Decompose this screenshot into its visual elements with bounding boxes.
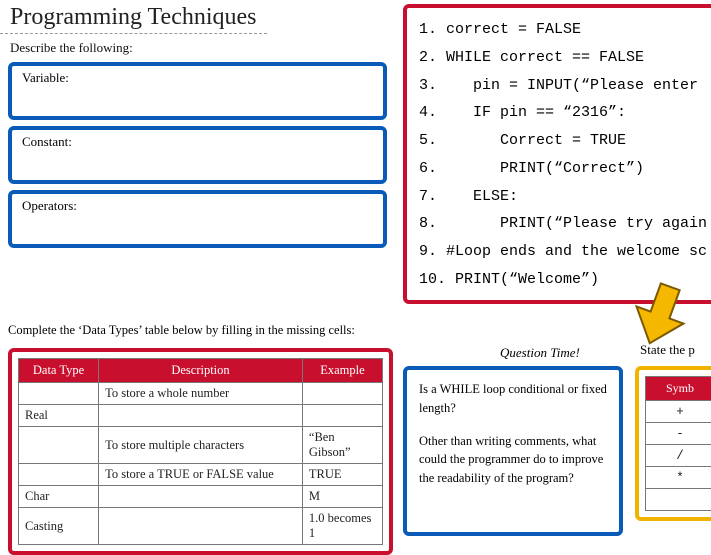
- constant-box[interactable]: Constant:: [8, 126, 387, 184]
- operators-label: Operators:: [22, 198, 77, 213]
- table-row: To store multiple characters “Ben Gibson…: [19, 427, 383, 464]
- th-description: Description: [99, 359, 303, 383]
- symbol-cell[interactable]: -: [646, 423, 711, 445]
- code-line: 7. ELSE:: [419, 183, 711, 211]
- code-line: 6. PRINT(“Correct”): [419, 155, 711, 183]
- datatypes-prompt: Complete the ‘Data Types’ table below by…: [8, 323, 355, 338]
- symbol-box: Symb + - / *: [635, 366, 711, 521]
- th-example: Example: [302, 359, 382, 383]
- code-line: 1. correct = FALSE: [419, 16, 711, 44]
- table-row: Casting 1.0 becomes 1: [19, 508, 383, 545]
- question-2: Other than writing comments, what could …: [419, 432, 607, 488]
- code-line: 5. Correct = TRUE: [419, 127, 711, 155]
- page-title: Programming Techniques: [0, 0, 267, 34]
- symbol-cell[interactable]: [646, 489, 711, 511]
- code-box: 1. correct = FALSE 2. WHILE correct == F…: [403, 4, 711, 304]
- symbol-table: Symb + - / *: [645, 376, 711, 511]
- variable-box[interactable]: Variable:: [8, 62, 387, 120]
- table-row: To store a TRUE or FALSE value TRUE: [19, 464, 383, 486]
- symbol-cell[interactable]: +: [646, 401, 711, 423]
- code-line: 2. WHILE correct == FALSE: [419, 44, 711, 72]
- table-row: To store a whole number: [19, 383, 383, 405]
- code-line: 8. PRINT(“Please try again: [419, 210, 711, 238]
- code-line: 9. #Loop ends and the welcome sc: [419, 238, 711, 266]
- th-symbol: Symb: [646, 377, 711, 401]
- code-line: 4. IF pin == “2316”:: [419, 99, 711, 127]
- operators-box[interactable]: Operators:: [8, 190, 387, 248]
- symbol-cell[interactable]: /: [646, 445, 711, 467]
- table-row: Char M: [19, 486, 383, 508]
- symbol-cell[interactable]: *: [646, 467, 711, 489]
- datatypes-box: Data Type Description Example To store a…: [8, 348, 393, 555]
- arrow-icon: [630, 280, 690, 350]
- describe-prompt: Describe the following:: [0, 36, 395, 60]
- table-row: Real: [19, 405, 383, 427]
- constant-label: Constant:: [22, 134, 72, 149]
- datatypes-table: Data Type Description Example To store a…: [18, 358, 383, 545]
- question-time-label: Question Time!: [500, 345, 580, 361]
- th-datatype: Data Type: [19, 359, 99, 383]
- question-box: Is a WHILE loop conditional or fixed len…: [403, 366, 623, 536]
- variable-label: Variable:: [22, 70, 69, 85]
- question-1: Is a WHILE loop conditional or fixed len…: [419, 380, 607, 418]
- code-line: 3. pin = INPUT(“Please enter: [419, 72, 711, 100]
